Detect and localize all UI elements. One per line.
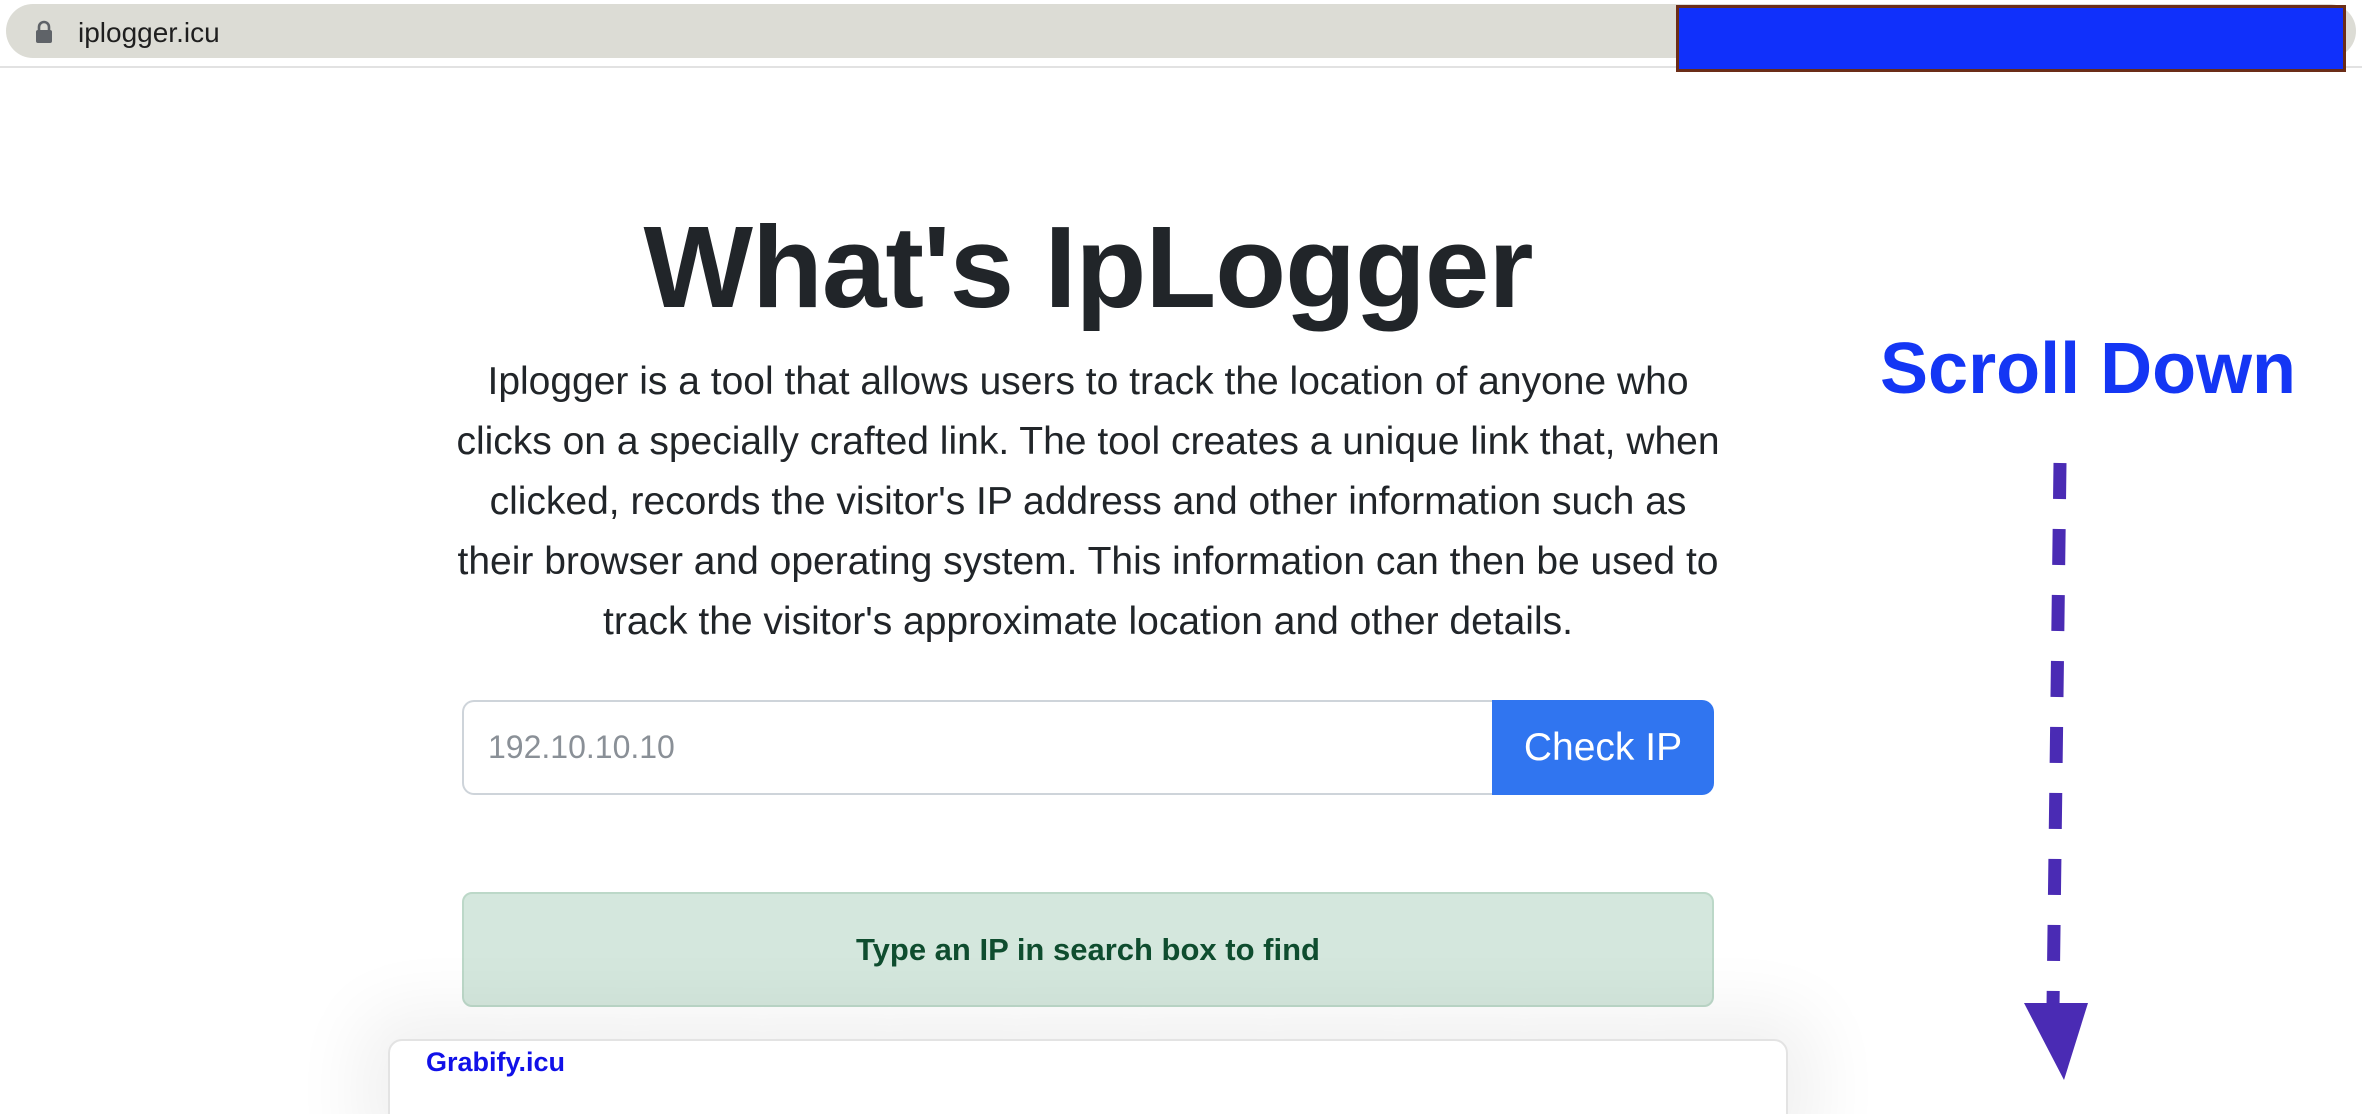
- alert-text: Type an IP in search box to find: [856, 931, 1320, 967]
- url-text[interactable]: iplogger.icu: [78, 17, 220, 49]
- ip-search-input[interactable]: [462, 700, 1494, 795]
- bottom-card: Grabify.icu: [388, 1039, 1788, 1114]
- page-description: Iplogger is a tool that allows users to …: [456, 360, 1720, 643]
- grabify-link[interactable]: Grabify.icu: [426, 1047, 565, 1078]
- lock-icon[interactable]: [34, 20, 54, 44]
- dashed-down-arrow-icon: [2024, 462, 2088, 1080]
- redaction-box: [1676, 5, 2346, 72]
- check-ip-button[interactable]: Check IP: [1492, 700, 1714, 795]
- page: iplogger.icu What's IpLogger Iplogger is…: [0, 0, 2362, 1114]
- info-alert: Type an IP in search box to find: [462, 892, 1714, 1007]
- browser-address-bar: iplogger.icu: [0, 0, 2362, 72]
- scroll-down-label: Scroll Down: [1880, 329, 2297, 409]
- page-title: What's IpLogger: [643, 202, 1534, 332]
- ip-search-group: Check IP: [462, 700, 1714, 795]
